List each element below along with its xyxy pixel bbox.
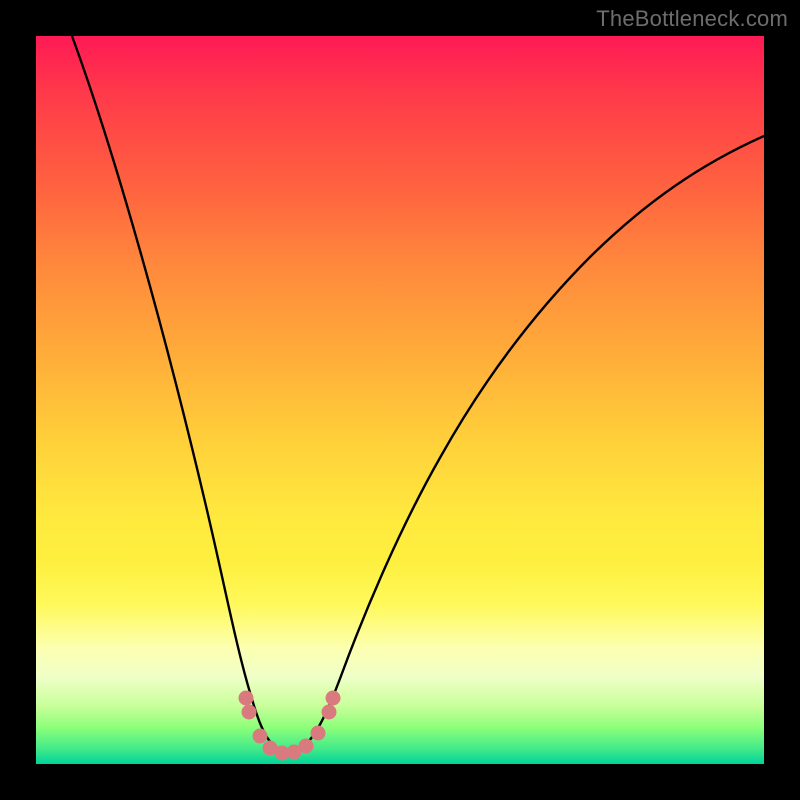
marker-dot xyxy=(326,691,340,705)
marker-dot xyxy=(311,726,325,740)
marker-group xyxy=(239,691,340,760)
plot-area xyxy=(36,36,764,764)
outer-frame: TheBottleneck.com xyxy=(0,0,800,800)
marker-dot xyxy=(253,729,267,743)
marker-dot xyxy=(322,705,336,719)
marker-dot xyxy=(299,739,313,753)
bottleneck-curve-path xyxy=(72,36,764,752)
bottleneck-chart xyxy=(36,36,764,764)
marker-dot xyxy=(242,705,256,719)
watermark-text: TheBottleneck.com xyxy=(596,6,788,32)
marker-dot xyxy=(239,691,253,705)
